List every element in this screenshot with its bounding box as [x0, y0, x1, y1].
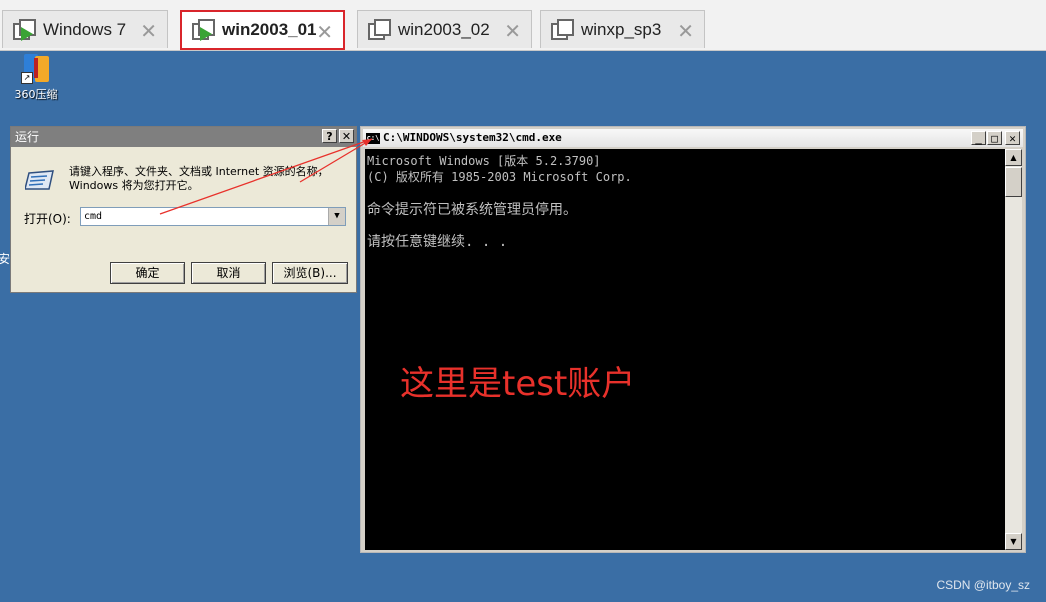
tab-label: winxp_sp3 — [581, 19, 662, 39]
chevron-down-icon[interactable]: ▼ — [328, 208, 345, 225]
maximize-button[interactable]: □ — [987, 131, 1002, 145]
annotation-text: 这里是test账户 — [400, 364, 636, 404]
help-button[interactable]: ? — [322, 129, 337, 143]
tab-label: win2003_01 — [222, 20, 317, 39]
open-combobox[interactable]: cmd ▼ — [80, 207, 346, 226]
tab-win2003-01[interactable]: win2003_01 ✕ — [180, 10, 345, 50]
tab-win2003-02[interactable]: win2003_02 ✕ — [357, 10, 532, 48]
close-icon[interactable]: ✕ — [677, 19, 694, 44]
tab-windows-7[interactable]: Windows 7 ✕ — [2, 10, 168, 48]
console-line: 请按任意键继续. . . — [367, 234, 508, 250]
cmd-title: C:\WINDOWS\system32\cmd.exe — [383, 131, 562, 144]
cmd-window: c:\ C:\WINDOWS\system32\cmd.exe _ □ ✕ Mic… — [360, 126, 1026, 553]
browse-button[interactable]: 浏览(B)... — [272, 262, 348, 284]
desktop-edge-text: 安 — [0, 252, 11, 266]
close-icon[interactable]: ✕ — [504, 19, 521, 44]
run-program-icon — [25, 170, 54, 190]
close-icon[interactable]: ✕ — [316, 20, 333, 45]
vm-icon — [13, 18, 36, 41]
run-dialog-description: 请键入程序、文件夹、文档或 Internet 资源的名称，Windows 将为您… — [69, 165, 329, 192]
ok-button[interactable]: 确定 — [110, 262, 185, 284]
console-line: Microsoft Windows [版本 5.2.3790] — [367, 154, 601, 168]
scroll-down-icon[interactable]: ▼ — [1005, 533, 1022, 550]
run-dialog: 运行 ? ✕ 请键入程序、文件夹、文档或 Internet 资源的名称，Wind… — [10, 126, 357, 293]
console-line: 命令提示符已被系统管理员停用。 — [367, 202, 577, 218]
tab-label: win2003_02 — [398, 19, 490, 39]
open-input-value[interactable]: cmd — [84, 211, 102, 222]
vm-icon — [551, 18, 574, 41]
archive-icon: ↗ — [21, 54, 51, 84]
console-icon: c:\ — [366, 132, 380, 144]
open-label: 打开(O): — [24, 212, 71, 226]
vm-icon — [368, 18, 391, 41]
run-dialog-titlebar[interactable]: 运行 ? ✕ — [11, 127, 356, 147]
vm-running-icon — [192, 19, 215, 41]
scroll-thumb[interactable] — [1005, 167, 1022, 197]
run-dialog-title: 运行 — [15, 130, 40, 144]
tab-winxp-sp3[interactable]: winxp_sp3 ✕ — [540, 10, 705, 48]
minimize-button[interactable]: _ — [971, 131, 986, 145]
vm-tab-bar: Windows 7 ✕ win2003_01 ✕ win2003_02 ✕ wi… — [0, 0, 1046, 51]
desktop-icon-label: 360压缩 — [14, 88, 58, 101]
cancel-button[interactable]: 取消 — [191, 262, 266, 284]
vertical-scrollbar[interactable]: ▲ ▼ — [1005, 149, 1022, 550]
close-button[interactable]: ✕ — [1005, 131, 1020, 145]
scroll-up-icon[interactable]: ▲ — [1005, 149, 1022, 166]
console-line: (C) 版权所有 1985-2003 Microsoft Corp. — [367, 170, 632, 184]
watermark: CSDN @itboy_sz — [936, 578, 1030, 592]
desktop-icon-360zip[interactable]: ↗ 360压缩 — [12, 54, 60, 102]
cmd-titlebar[interactable]: c:\ C:\WINDOWS\system32\cmd.exe _ □ ✕ — [363, 129, 1023, 147]
close-icon[interactable]: ✕ — [140, 19, 157, 44]
console-output[interactable]: Microsoft Windows [版本 5.2.3790] (C) 版权所有… — [365, 149, 1005, 550]
tab-label: Windows 7 — [43, 19, 127, 39]
close-button[interactable]: ✕ — [339, 129, 354, 143]
